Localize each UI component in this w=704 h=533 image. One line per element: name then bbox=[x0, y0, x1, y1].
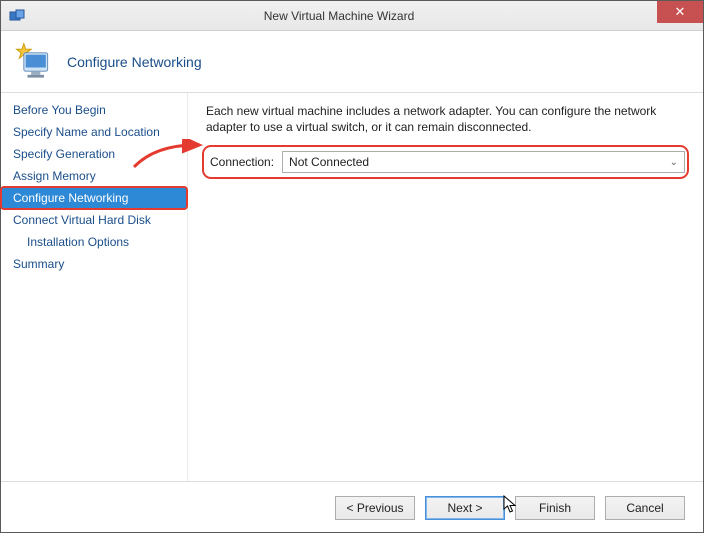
wizard-icon bbox=[11, 40, 55, 84]
step-specify-generation[interactable]: Specify Generation bbox=[1, 143, 187, 165]
window-title: New Virtual Machine Wizard bbox=[25, 9, 703, 23]
step-specify-name-location[interactable]: Specify Name and Location bbox=[1, 121, 187, 143]
finish-button[interactable]: Finish bbox=[515, 496, 595, 520]
next-button[interactable]: Next > bbox=[425, 496, 505, 520]
step-summary[interactable]: Summary bbox=[1, 253, 187, 275]
wizard-content: Each new virtual machine includes a netw… bbox=[188, 93, 703, 481]
wizard-header: Configure Networking bbox=[1, 31, 703, 93]
close-button[interactable]: ✕ bbox=[657, 1, 703, 23]
step-configure-networking[interactable]: Configure Networking bbox=[1, 187, 187, 209]
step-installation-options[interactable]: Installation Options bbox=[1, 231, 187, 253]
step-connect-virtual-hard-disk[interactable]: Connect Virtual Hard Disk bbox=[1, 209, 187, 231]
app-icon bbox=[9, 8, 25, 24]
connection-selected-value: Not Connected bbox=[289, 155, 369, 169]
connection-select[interactable]: Not Connected ⌄ bbox=[282, 151, 685, 173]
connection-row: Connection: Not Connected ⌄ bbox=[206, 149, 685, 175]
cancel-button[interactable]: Cancel bbox=[605, 496, 685, 520]
page-title: Configure Networking bbox=[67, 54, 202, 70]
content-description: Each new virtual machine includes a netw… bbox=[206, 103, 685, 135]
wizard-footer: < Previous Next > Finish Cancel bbox=[1, 481, 703, 533]
close-icon: ✕ bbox=[675, 4, 686, 20]
wizard-sidebar: Before You Begin Specify Name and Locati… bbox=[1, 93, 188, 481]
chevron-down-icon: ⌄ bbox=[670, 157, 678, 168]
connection-label: Connection: bbox=[206, 155, 274, 169]
titlebar: New Virtual Machine Wizard ✕ bbox=[1, 1, 703, 31]
step-before-you-begin[interactable]: Before You Begin bbox=[1, 99, 187, 121]
previous-button[interactable]: < Previous bbox=[335, 496, 415, 520]
step-assign-memory[interactable]: Assign Memory bbox=[1, 165, 187, 187]
